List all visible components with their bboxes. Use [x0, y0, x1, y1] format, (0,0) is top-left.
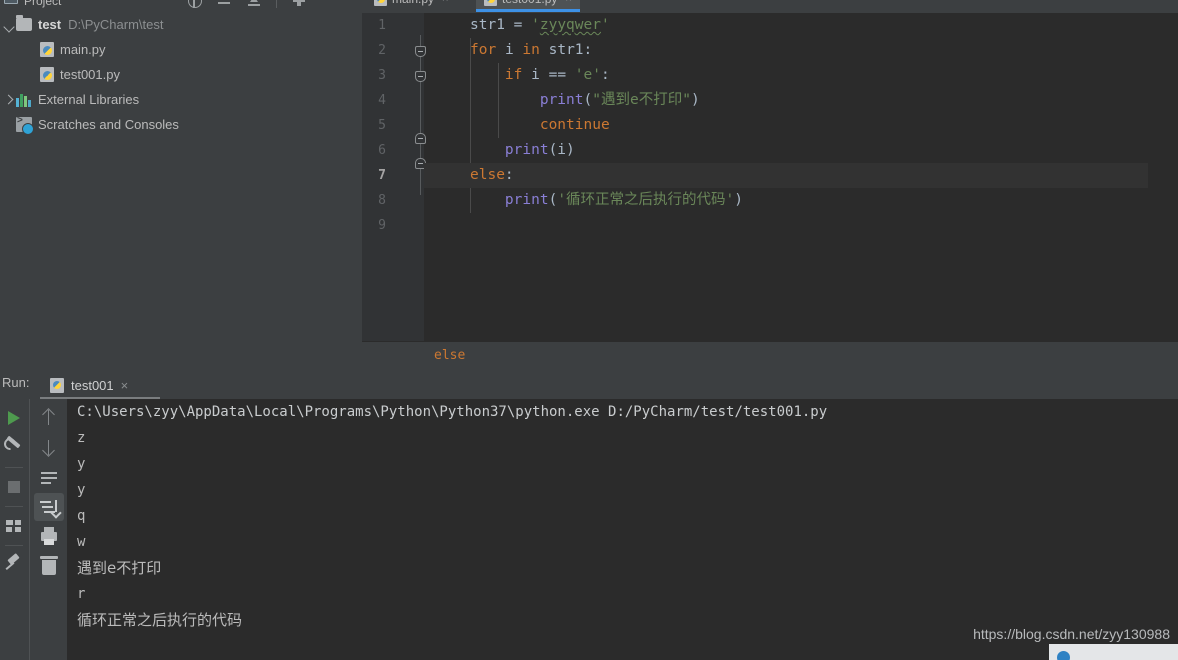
console-line: 遇到e不打印 [77, 559, 162, 577]
sidebar-item-label: Scratches and Consoles [38, 117, 179, 132]
sidebar-item-label: main.py [60, 42, 106, 57]
code-line-1: str1 = 'zyyqwer' [470, 17, 610, 33]
run-tool-window: Run: test001 × C:\Users\zyy\AppData\Loca… [0, 368, 1178, 660]
indent-guide [498, 63, 499, 138]
line-number: 9 [378, 218, 386, 233]
sidebar-item-scratches-and-consoles[interactable]: Scratches and Consoles [0, 112, 362, 137]
run-primary-toolbar [0, 399, 27, 660]
console-line: q [77, 508, 86, 524]
line-number: 1 [378, 18, 386, 33]
tab-main-py[interactable]: main.py × [366, 0, 457, 12]
toolbar-divider [4, 545, 23, 546]
soft-wrap-icon[interactable] [30, 463, 68, 493]
console-line: y [77, 456, 86, 472]
sidebar-item-label: test [38, 17, 62, 32]
scroll-to-end-icon[interactable] [34, 493, 64, 521]
code-line-2: for i in str1: [470, 42, 593, 58]
print-icon[interactable] [30, 521, 68, 551]
line-number: 5 [378, 118, 386, 133]
chevron-right-icon[interactable] [2, 93, 16, 107]
python-file-icon [484, 0, 497, 6]
console-output[interactable]: C:\Users\zyy\AppData\Local\Programs\Pyth… [67, 399, 1178, 660]
console-line: C:\Users\zyy\AppData\Local\Programs\Pyth… [77, 404, 828, 420]
editor-scrollbar-area[interactable] [1148, 13, 1178, 341]
stop-icon[interactable] [0, 472, 27, 502]
hide-icon[interactable] [246, 0, 262, 9]
run-tab-test001[interactable]: test001 × [40, 371, 138, 399]
chevron-down-icon[interactable] [2, 18, 16, 32]
editor-tab-bar: main.py × test001.py × [362, 0, 1178, 13]
run-secondary-toolbar [29, 399, 67, 660]
fold-guide-line [420, 35, 421, 195]
up-arrow-icon[interactable] [30, 403, 68, 433]
collapse-all-icon[interactable] [216, 0, 232, 9]
indent-guide [470, 38, 471, 163]
project-panel-icon [4, 0, 18, 4]
settings-icon[interactable] [291, 0, 307, 9]
run-icon[interactable] [0, 403, 27, 433]
run-panel-header: Run: test001 × [0, 368, 1178, 400]
python-icon [50, 377, 64, 393]
code-line-6: print(i) [504, 142, 575, 158]
trash-icon[interactable] [30, 551, 68, 581]
info-icon [1057, 651, 1070, 660]
sidebar-item-label: External Libraries [38, 92, 140, 107]
run-label: Run: [2, 375, 30, 390]
sidebar-item-test001-py[interactable]: test001.py [0, 62, 362, 87]
run-tab-label: test001 [71, 377, 114, 393]
code-line-3: if i == 'e': [504, 67, 610, 83]
down-arrow-icon[interactable] [30, 433, 68, 463]
indent-guide [470, 188, 471, 213]
code-content[interactable]: str1 = 'zyyqwer' for i in str1: if i == … [424, 13, 1178, 341]
console-line: z [77, 430, 86, 446]
bottom-popup-clipped[interactable] [1049, 644, 1178, 660]
code-line-7: else: [424, 163, 1178, 188]
sync-icon[interactable] [186, 0, 202, 9]
sidebar-item-label: test001.py [60, 67, 120, 82]
tab-test001-py[interactable]: test001.py × [476, 0, 580, 12]
python-file-icon [40, 42, 54, 57]
breadcrumb-bar: else [362, 341, 1178, 368]
watermark-text: https://blog.csdn.net/zyy130988 [973, 626, 1170, 642]
tab-label: test001.py [502, 0, 557, 6]
toolbar-divider [276, 0, 277, 8]
active-tab-underline [476, 9, 580, 12]
editor-gutter[interactable]: 1 2 3 4 5 6 7 8 9 [362, 13, 426, 341]
close-icon[interactable]: × [121, 378, 129, 393]
folder-icon [16, 15, 32, 31]
line-number: 4 [378, 93, 386, 108]
breadcrumb-item[interactable]: else [434, 348, 465, 363]
pycharm-window: Project main.py × test001.py × test D: [0, 0, 1178, 660]
layout-icon[interactable] [0, 511, 27, 541]
close-icon[interactable]: × [565, 0, 571, 5]
scratches-icon [16, 115, 34, 135]
toolbar-divider [4, 467, 23, 468]
project-toolbar-icons [186, 0, 307, 9]
close-icon[interactable]: × [442, 0, 448, 5]
sidebar-item-path: D:\PyCharm\test [68, 17, 164, 32]
pin-icon[interactable] [0, 550, 27, 580]
sidebar-item-external-libraries[interactable]: External Libraries [0, 87, 362, 112]
wrench-icon[interactable] [0, 433, 27, 463]
line-number: 8 [378, 193, 386, 208]
python-file-icon [374, 0, 387, 6]
toolbar-divider [4, 506, 23, 507]
project-tree-panel: test D:\PyCharm\test main.py test001.py … [0, 12, 362, 368]
sidebar-item-test[interactable]: test D:\PyCharm\test [0, 12, 362, 37]
console-line: r [77, 586, 86, 602]
console-line: w [77, 534, 86, 550]
library-icon [16, 93, 32, 107]
python-file-icon [40, 67, 54, 82]
code-line-5: continue [539, 117, 610, 133]
code-line-8: print('循环正常之后执行的代码') [504, 192, 744, 208]
console-line: y [77, 482, 86, 498]
project-panel-title: Project [24, 0, 62, 8]
code-line-4: print("遇到e不打印") [539, 92, 700, 108]
code-editor[interactable]: 1 2 3 4 5 6 7 8 9 str1 = 'zyyqwer' for i… [362, 13, 1178, 341]
tab-label: main.py [392, 0, 434, 6]
sidebar-item-main-py[interactable]: main.py [0, 37, 362, 62]
